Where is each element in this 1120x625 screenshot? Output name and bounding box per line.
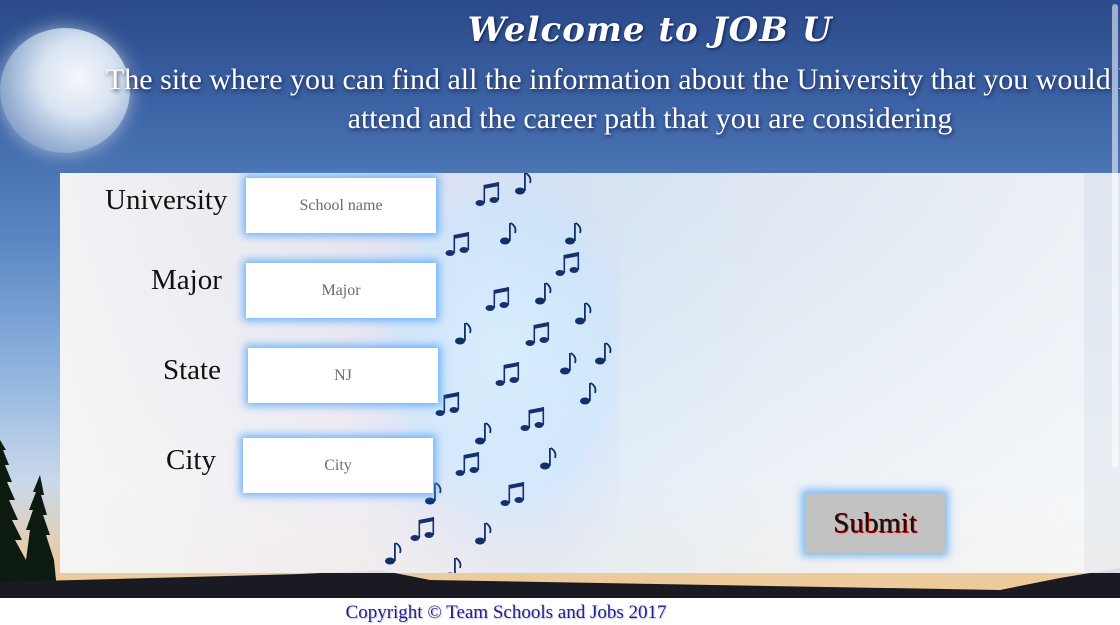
scrollbar-thumb[interactable]: [1112, 4, 1118, 468]
university-input[interactable]: [246, 178, 436, 233]
page: Welcome to JOB U The site where you can …: [0, 0, 1120, 625]
state-input[interactable]: [248, 348, 438, 403]
site-tagline: The site where you can find all the info…: [105, 63, 1120, 135]
city-input[interactable]: [243, 438, 433, 493]
university-label: University: [105, 184, 228, 216]
major-label: Major: [151, 264, 222, 296]
site-title: Welcome to JOB U: [467, 10, 833, 50]
city-label: City: [166, 444, 216, 476]
submit-button[interactable]: Submit: [805, 493, 945, 553]
major-input[interactable]: [246, 263, 436, 318]
copyright-text: Copyright © Team Schools and Jobs 2017: [345, 602, 667, 623]
state-label: State: [163, 354, 221, 386]
